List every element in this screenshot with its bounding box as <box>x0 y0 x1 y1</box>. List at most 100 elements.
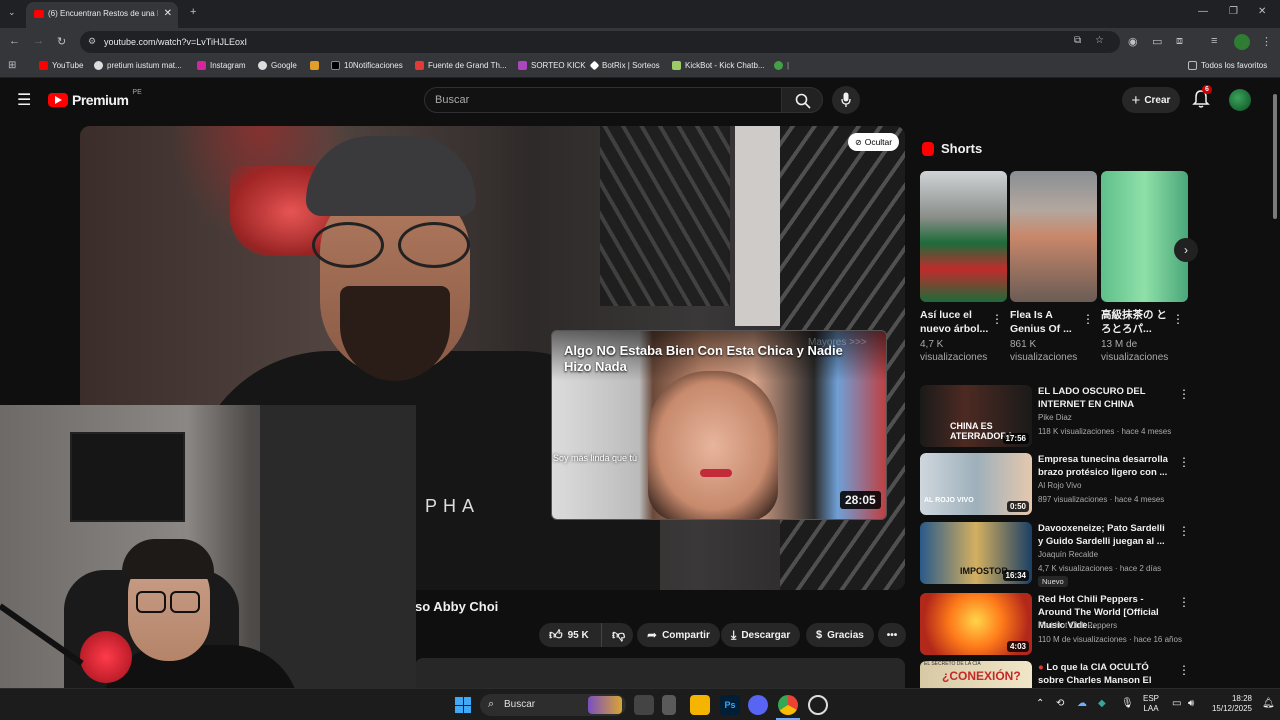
share-label: Compartir <box>662 629 710 641</box>
profile-avatar[interactable] <box>1234 34 1250 50</box>
shorts-logo-icon <box>922 141 934 156</box>
tray-icon-1[interactable]: ⟲ <box>1056 698 1064 709</box>
bookmark-star-icon[interactable]: ☆ <box>1095 35 1104 46</box>
voice-search-button[interactable] <box>832 86 860 114</box>
youtube-play-logo-icon <box>48 93 68 107</box>
browser-tab[interactable]: (6) Encuentran Restos de una In ✕ <box>26 2 178 28</box>
thanks-button[interactable]: $ Gracias <box>806 623 874 647</box>
create-button[interactable]: + Crear <box>1122 87 1180 113</box>
chrome-icon[interactable] <box>778 695 798 715</box>
app-icon[interactable] <box>662 695 676 715</box>
logo-text: Premium <box>72 92 129 108</box>
dislike-button[interactable]: 👎︎ <box>601 623 633 647</box>
bookmark-colorful[interactable] <box>310 61 319 70</box>
related-more-icon[interactable]: ⋮ <box>1178 663 1190 677</box>
short-title: Flea Is A Genius Of ... <box>1010 309 1072 335</box>
network-icon[interactable]: ▭ <box>1172 698 1181 709</box>
tray-overflow-icon[interactable]: ⌃ <box>1036 698 1044 709</box>
share-arrow-icon: ➦ <box>647 628 658 642</box>
new-tab-icon[interactable]: + <box>190 6 196 18</box>
related-more-icon[interactable]: ⋮ <box>1178 524 1190 538</box>
forward-icon[interactable]: → <box>33 35 44 47</box>
bookmark-botrix[interactable]: BotRix | Sorteos <box>589 60 660 71</box>
related-more-icon[interactable]: ⋮ <box>1178 387 1190 401</box>
apps-grid-icon[interactable]: ⊞ <box>8 60 16 71</box>
cast-icon[interactable]: ⧉ <box>1074 35 1081 46</box>
like-button[interactable]: 👍︎ 95 K <box>539 623 601 647</box>
search-button[interactable] <box>781 87 823 113</box>
extension-icon[interactable]: ◉ <box>1128 35 1138 48</box>
tray-mic-icon[interactable]: 🎙︎ <box>1121 698 1134 709</box>
tray-icon-3[interactable]: ◆ <box>1098 698 1106 709</box>
all-bookmarks[interactable]: Todos los favoritos <box>1188 61 1267 70</box>
menu-kebab-icon[interactable]: ⋮ <box>1261 35 1272 48</box>
back-icon[interactable]: ← <box>9 35 20 47</box>
youtube-logo[interactable]: Premium PE <box>48 89 142 108</box>
related-more-icon[interactable]: ⋮ <box>1178 455 1190 469</box>
hamburger-menu-icon[interactable]: ☰ <box>17 90 31 110</box>
share-button[interactable]: ➦ Compartir <box>637 623 720 647</box>
clock[interactable]: 18:28 15/12/2025 <box>1207 694 1252 714</box>
related-video[interactable]: 4:03 Red Hot Chili Peppers - Around The … <box>920 593 1190 655</box>
bookmark-fuente[interactable]: Fuente de Grand Th... <box>415 61 507 70</box>
short-item[interactable]: Así luce el nuevo árbol... 4,7 K visuali… <box>920 171 1007 364</box>
bookmark-10[interactable]: | <box>774 61 789 70</box>
file-explorer-icon[interactable] <box>690 695 710 715</box>
restore-icon[interactable]: ❐ <box>1229 6 1238 17</box>
clock-date: 15/12/2025 <box>1211 704 1252 713</box>
short-more-icon[interactable]: ⋮ <box>1172 312 1184 326</box>
obs-icon[interactable] <box>808 695 828 715</box>
bookmark-youtube[interactable]: YouTube <box>39 61 83 70</box>
bookmark-kickbot[interactable]: KickBot - Kick Chatb... <box>672 61 765 70</box>
short-thumbnail <box>920 171 1007 302</box>
reload-icon[interactable]: ↻ <box>57 35 66 48</box>
short-more-icon[interactable]: ⋮ <box>991 312 1003 326</box>
extensions-puzzle-icon[interactable]: ⧈ <box>1176 35 1183 48</box>
related-video[interactable]: EL SECRETO DE LA CIA ¿CONEXIÓN? ● Lo que… <box>920 661 1190 688</box>
tray-icon-2[interactable]: ☁ <box>1077 698 1087 709</box>
bookmark-sorteo[interactable]: SORTEO KICK <box>518 61 586 70</box>
scrollbar-thumb[interactable] <box>1273 94 1277 219</box>
taskbar-search-icon: ⌕ <box>488 698 495 710</box>
notifications-button[interactable]: 6 <box>1192 85 1212 109</box>
short-item[interactable]: 高級抹茶の とろとろパ... 13 M de visualizaciones <box>1101 171 1188 364</box>
close-tab-icon[interactable]: ✕ <box>164 8 172 19</box>
short-item[interactable]: Flea Is A Genius Of ... 861 K visualizac… <box>1010 171 1097 364</box>
reading-list-icon[interactable]: ≡ <box>1211 35 1217 47</box>
tab-search-icon[interactable]: ⌄ <box>8 7 16 18</box>
window-close-icon[interactable]: ✕ <box>1258 6 1266 17</box>
bookmark-instagram[interactable]: Instagram <box>197 61 246 70</box>
bookmark-google[interactable]: Google <box>258 61 297 70</box>
related-video[interactable]: IMPOSTOR 16:34 Davooxeneize; Pato Sardel… <box>920 522 1190 587</box>
photoshop-icon[interactable]: Ps <box>720 695 740 715</box>
download-button[interactable]: ⤓ Descargar <box>721 623 801 647</box>
discord-icon[interactable] <box>748 695 768 715</box>
related-video[interactable]: CHINA ES ATERRADORA 17:56 EL LADO OSCURO… <box>920 385 1190 447</box>
more-actions-button[interactable]: ••• <box>878 623 906 647</box>
language-indicator[interactable]: ESP LAA <box>1143 694 1159 714</box>
end-screen-card[interactable]: Mayores >>> Algo NO Estaba Bien Con Esta… <box>551 330 887 520</box>
related-more-icon[interactable]: ⋮ <box>1178 595 1190 609</box>
shorts-heading: Shorts <box>941 141 983 156</box>
related-video[interactable]: AL ROJO VIVO 0:50 Empresa tunecina desar… <box>920 453 1190 515</box>
address-bar[interactable]: ⚙ youtube.com/watch?v=LvTiHJLEoxI ⧉ ☆ <box>80 31 1120 53</box>
windows-start-icon[interactable] <box>455 697 471 713</box>
user-avatar[interactable] <box>1229 89 1251 111</box>
site-info-icon[interactable]: ⚙ <box>88 36 96 47</box>
short-more-icon[interactable]: ⋮ <box>1082 312 1094 326</box>
task-view-icon[interactable] <box>634 695 654 715</box>
taskbar-search[interactable]: ⌕ Buscar <box>480 694 626 716</box>
notification-center-icon[interactable]: 🔔︎ <box>1262 698 1275 709</box>
extension2-icon[interactable]: ▭ <box>1152 35 1162 48</box>
search-input[interactable]: Buscar <box>424 87 782 113</box>
bookmark-pretium[interactable]: pretium iustum mat... <box>94 61 182 70</box>
shorts-next-button[interactable]: › <box>1174 238 1198 262</box>
bookmark-x[interactable]: 10Notificaciones <box>331 61 403 70</box>
minimize-icon[interactable]: — <box>1198 6 1208 17</box>
hide-overlay-button[interactable]: ⊘ Ocultar <box>848 133 900 151</box>
description-box[interactable] <box>415 658 905 688</box>
card-lips <box>700 469 732 477</box>
short-title: 高級抹茶の とろとろパ... <box>1101 309 1167 335</box>
page-scrollbar[interactable] <box>1270 80 1280 688</box>
volume-icon[interactable]: 🔊︎ <box>1188 698 1194 709</box>
